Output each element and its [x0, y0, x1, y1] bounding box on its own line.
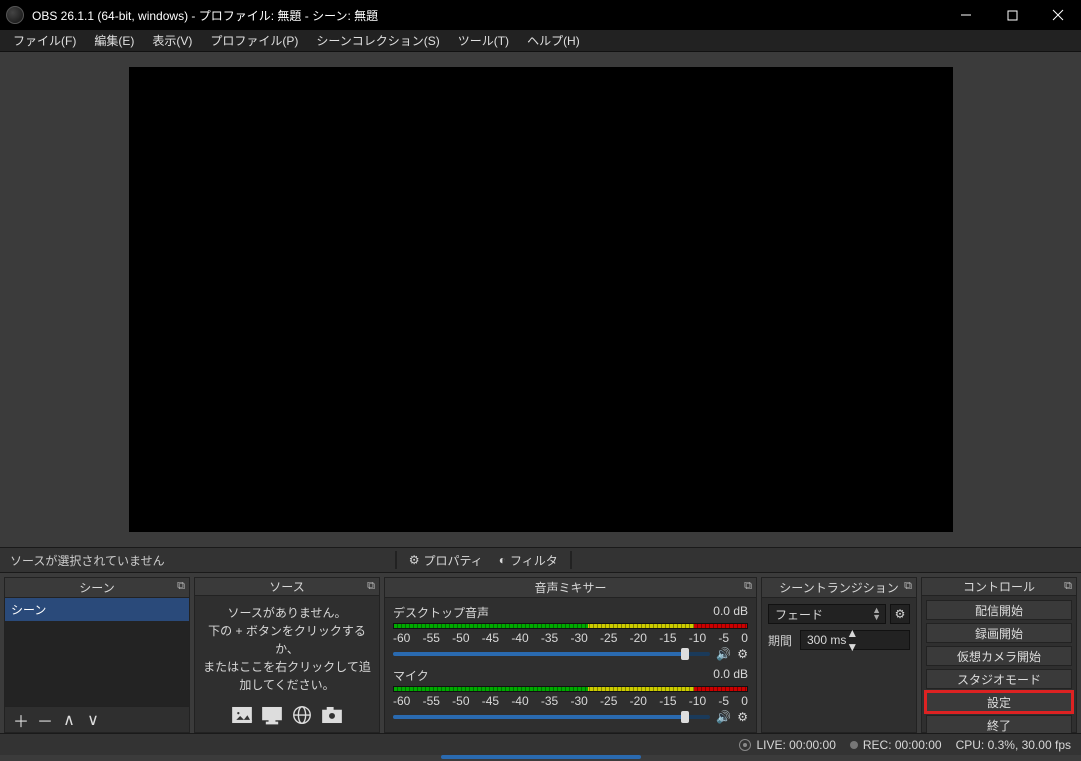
start-streaming-button[interactable]: 配信開始 — [926, 600, 1072, 620]
mixer-header: 音声ミキサー ⧉ — [385, 578, 756, 598]
popout-icon[interactable]: ⧉ — [177, 580, 185, 593]
menu-edit[interactable]: 編集(E) — [85, 29, 143, 52]
audio-meter — [393, 623, 748, 629]
speaker-icon[interactable]: 🔊 — [716, 710, 731, 724]
live-icon — [739, 739, 751, 751]
preview-area — [0, 52, 1081, 547]
gear-icon[interactable]: ⚙ — [737, 647, 748, 661]
transition-settings-button[interactable]: ⚙ — [890, 604, 910, 624]
rec-status: REC: 00:00:00 — [850, 738, 942, 752]
scenes-panel: シーン ⧉ シーン ＋ － ∧ ∨ — [4, 577, 190, 733]
maximize-button[interactable] — [989, 0, 1035, 30]
menu-view[interactable]: 表示(V) — [143, 29, 201, 52]
panels-row: シーン ⧉ シーン ＋ － ∧ ∨ ソース ⧉ ソースがありません。 下の + … — [0, 573, 1081, 733]
preview-canvas[interactable] — [129, 67, 953, 532]
volume-slider[interactable] — [393, 652, 710, 656]
start-virtual-camera-button[interactable]: 仮想カメラ開始 — [926, 646, 1072, 666]
minimize-button[interactable] — [943, 0, 989, 30]
gear-icon: ⚙ — [895, 607, 906, 621]
monitor-icon — [261, 704, 283, 726]
sources-panel: ソース ⧉ ソースがありません。 下の + ボタンをクリックするか、 またはここ… — [194, 577, 380, 733]
image-icon — [231, 704, 253, 726]
exit-button[interactable]: 終了 — [926, 715, 1072, 735]
mixer-track-desktop: デスクトップ音声 0.0 dB -60-55-50-45-40-35-30-25… — [393, 604, 748, 661]
gear-icon[interactable]: ⚙ — [737, 710, 748, 724]
mixer-track-mic: マイク 0.0 dB -60-55-50-45-40-35-30-25-20-1… — [393, 667, 748, 724]
scene-down-button[interactable]: ∨ — [81, 709, 105, 731]
camera-icon — [321, 704, 343, 726]
controls-header: コントロール ⧉ — [922, 578, 1076, 596]
statusbar: LIVE: 00:00:00 REC: 00:00:00 CPU: 0.3%, … — [0, 733, 1081, 755]
updown-icon: ▲▼ — [846, 626, 858, 654]
menubar: ファイル(F) 編集(E) 表示(V) プロファイル(P) シーンコレクション(… — [0, 30, 1081, 52]
scene-up-button[interactable]: ∧ — [57, 709, 81, 731]
menu-profile[interactable]: プロファイル(P) — [201, 29, 307, 52]
sources-body[interactable]: ソースがありません。 下の + ボタンをクリックするか、 またはここを右クリック… — [195, 596, 379, 734]
studio-mode-button[interactable]: スタジオモード — [926, 669, 1072, 689]
source-toolbar: ソースが選択されていません ⚙ プロパティ ◐ フィルタ — [0, 547, 1081, 573]
cpu-status: CPU: 0.3%, 30.00 fps — [956, 738, 1071, 752]
live-status: LIVE: 00:00:00 — [739, 738, 835, 752]
window-title: OBS 26.1.1 (64-bit, windows) - プロファイル: 無… — [32, 7, 943, 24]
add-scene-button[interactable]: ＋ — [9, 709, 33, 731]
mixer-panel: 音声ミキサー ⧉ デスクトップ音声 0.0 dB -60-55-50-45-40… — [384, 577, 757, 733]
transitions-panel: シーントランジション ⧉ フェード ▲▼ ⚙ 期間 300 ms ▲▼ — [761, 577, 917, 733]
sources-header: ソース ⧉ — [195, 578, 379, 596]
popout-icon[interactable]: ⧉ — [1064, 580, 1072, 593]
updown-icon: ▲▼ — [872, 607, 881, 621]
filter-icon: ◐ — [499, 553, 506, 567]
drag-handle[interactable] — [441, 755, 641, 759]
menu-scene-collection[interactable]: シーンコレクション(S) — [307, 29, 448, 52]
globe-icon — [291, 704, 313, 726]
track-level: 0.0 dB — [713, 604, 748, 621]
track-name: デスクトップ音声 — [393, 604, 489, 621]
duration-label: 期間 — [768, 632, 796, 649]
remove-scene-button[interactable]: － — [33, 709, 57, 731]
popout-icon[interactable]: ⧉ — [744, 580, 752, 593]
transitions-header: シーントランジション ⧉ — [762, 578, 916, 598]
speaker-icon[interactable]: 🔊 — [716, 647, 731, 661]
start-recording-button[interactable]: 録画開始 — [926, 623, 1072, 643]
popout-icon[interactable]: ⧉ — [904, 580, 912, 593]
app-icon — [6, 6, 24, 24]
duration-input[interactable]: 300 ms ▲▼ — [800, 630, 910, 650]
properties-button[interactable]: ⚙ プロパティ — [401, 550, 491, 571]
controls-panel: コントロール ⧉ 配信開始 録画開始 仮想カメラ開始 スタジオモード 設定 終了 — [921, 577, 1077, 733]
filters-button[interactable]: ◐ フィルタ — [491, 550, 566, 571]
scene-list[interactable]: シーン — [5, 598, 189, 706]
rec-icon — [850, 741, 858, 749]
track-level: 0.0 dB — [713, 667, 748, 684]
menu-help[interactable]: ヘルプ(H) — [518, 29, 589, 52]
dragbar — [0, 755, 1081, 761]
track-name: マイク — [393, 667, 429, 684]
settings-button[interactable]: 設定 — [926, 692, 1072, 712]
gear-icon: ⚙ — [409, 553, 420, 567]
audio-meter — [393, 686, 748, 692]
menu-tools[interactable]: ツール(T) — [449, 29, 518, 52]
menu-file[interactable]: ファイル(F) — [4, 29, 85, 52]
volume-slider[interactable] — [393, 715, 710, 719]
scene-item[interactable]: シーン — [5, 598, 189, 621]
no-source-label: ソースが選択されていません — [0, 552, 175, 569]
titlebar: OBS 26.1.1 (64-bit, windows) - プロファイル: 無… — [0, 0, 1081, 30]
close-button[interactable] — [1035, 0, 1081, 30]
audio-scale: -60-55-50-45-40-35-30-25-20-15-10-50 — [393, 631, 748, 645]
audio-scale: -60-55-50-45-40-35-30-25-20-15-10-50 — [393, 694, 748, 708]
popout-icon[interactable]: ⧉ — [367, 580, 375, 593]
transition-select[interactable]: フェード ▲▼ — [768, 604, 886, 624]
scenes-header: シーン ⧉ — [5, 578, 189, 598]
